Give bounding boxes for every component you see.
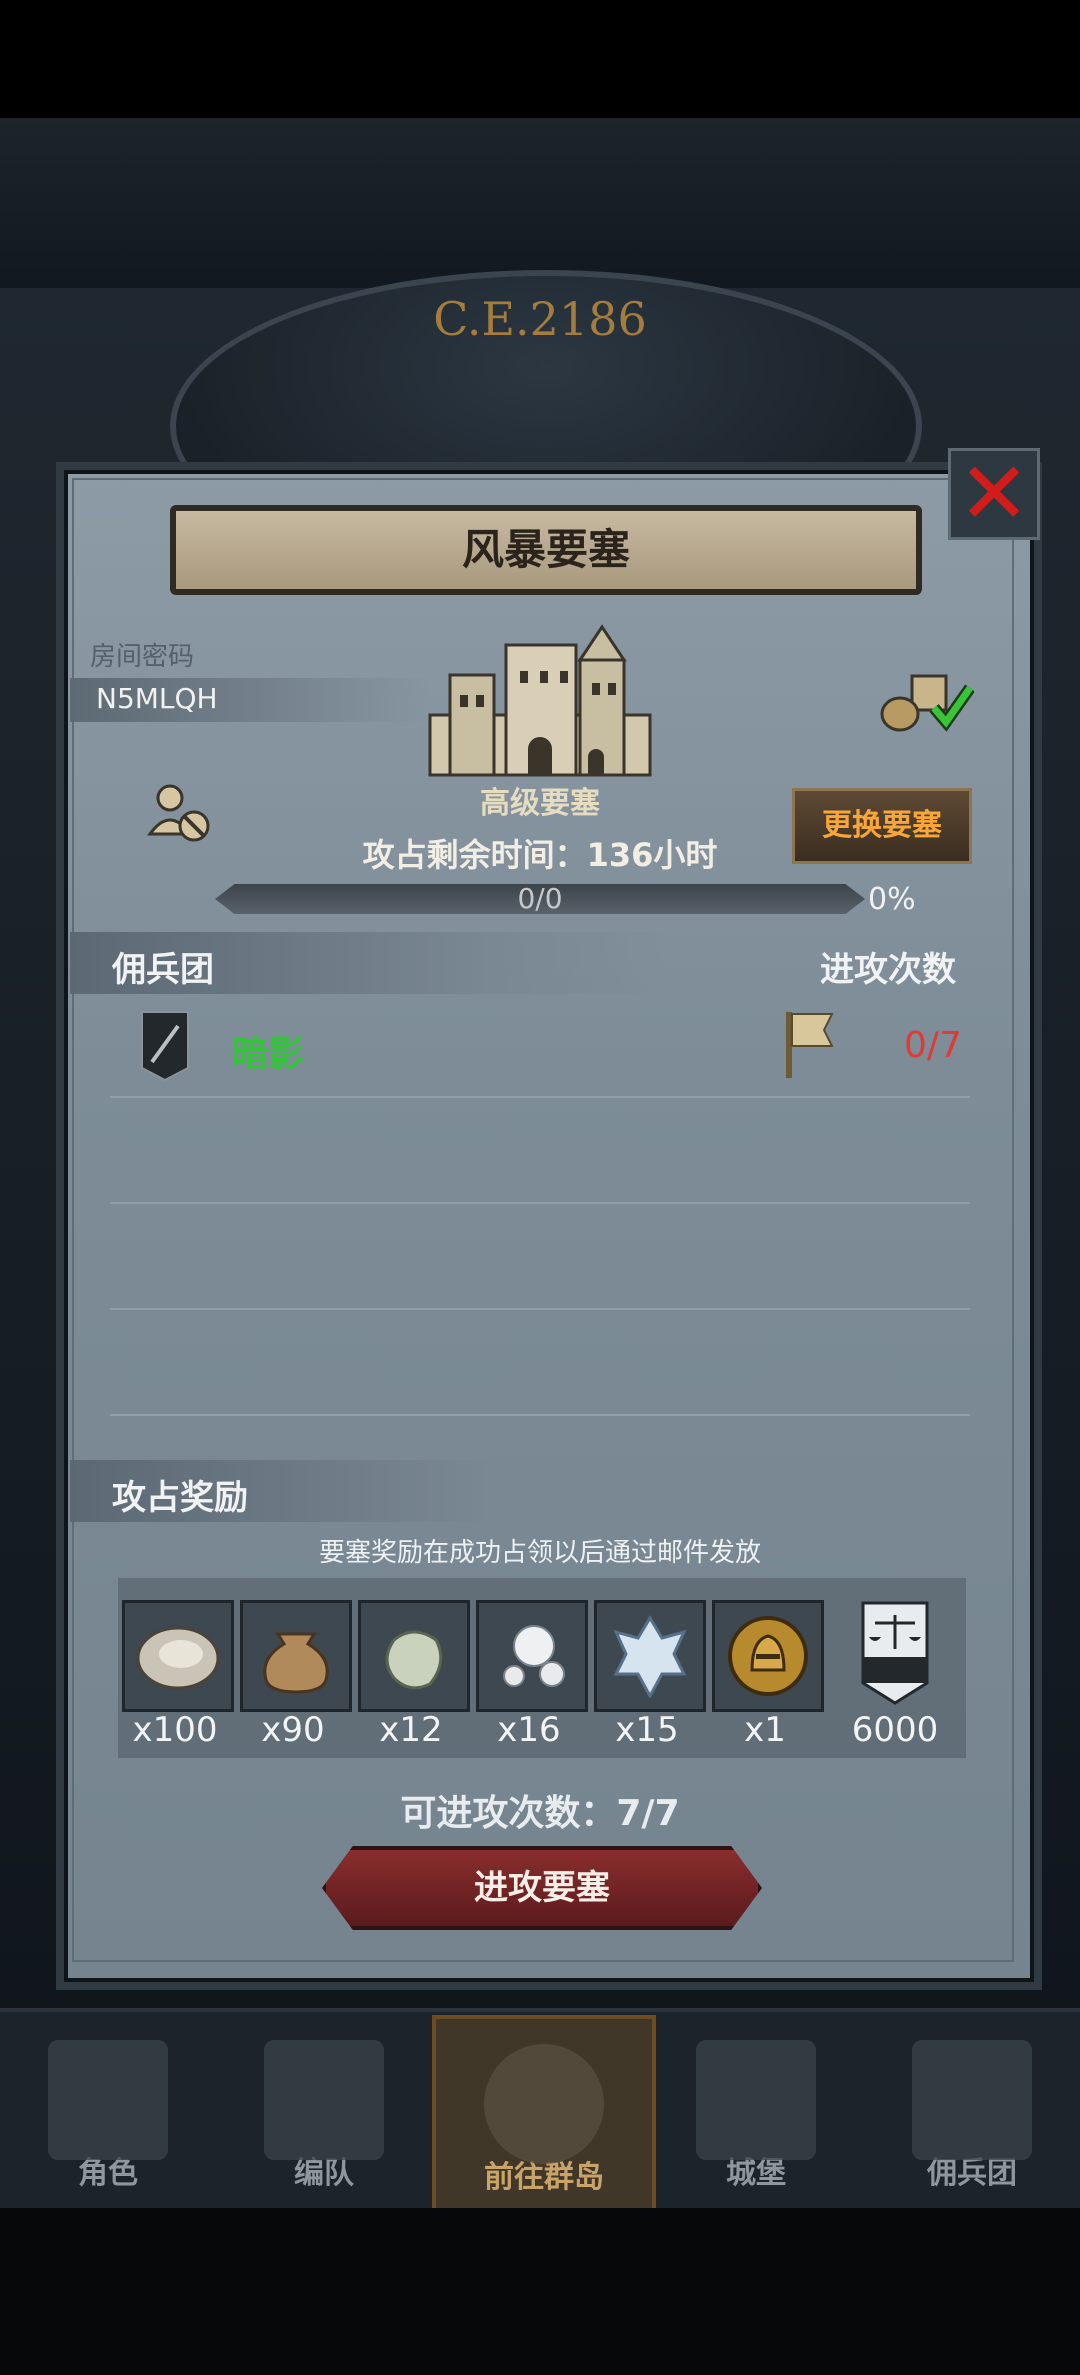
nav-item-character[interactable]: 角色 <box>0 2015 216 2205</box>
pearls-icon <box>503 1625 565 1687</box>
fortress-grade: 高级要塞 <box>480 786 600 821</box>
rewards-header: 攻占奖励 <box>112 1478 248 1518</box>
header-band <box>0 118 1080 288</box>
reward-qty: x90 <box>261 1710 325 1750</box>
guild-name: 暗影 <box>232 1034 305 1075</box>
reward-item[interactable] <box>712 1600 824 1712</box>
row-divider <box>110 1308 970 1310</box>
change-fortress-button[interactable]: 更换要塞 <box>792 788 972 864</box>
reward-qty: 6000 <box>851 1710 939 1750</box>
attack-fortress-button[interactable]: 进攻要塞 <box>322 1846 762 1930</box>
nav-item-islands[interactable]: 前往群岛 <box>432 2015 656 2213</box>
banner-scales-icon <box>861 1601 929 1705</box>
bottom-safe-area <box>0 2208 1080 2375</box>
guild-row[interactable] <box>70 998 1000 1098</box>
reward-qty: x1 <box>744 1710 786 1750</box>
row-divider <box>110 1414 970 1416</box>
castle-icon <box>696 2040 816 2160</box>
nav-item-castle[interactable]: 城堡 <box>648 2015 864 2205</box>
ship-icon <box>912 2040 1032 2160</box>
attacks-header: 进攻次数 <box>820 950 956 990</box>
reward-qty: x16 <box>497 1710 561 1750</box>
mercenary-header: 佣兵团 <box>112 950 214 990</box>
helmet-icon <box>264 2040 384 2160</box>
reward-item[interactable] <box>842 1600 948 1706</box>
gem-stone-icon <box>385 1630 443 1690</box>
knight-icon <box>48 2040 168 2160</box>
status-bar <box>0 0 1080 118</box>
close-button[interactable]: ✕ <box>948 448 1040 540</box>
reward-item[interactable] <box>476 1600 588 1712</box>
loot-received-icon[interactable] <box>878 666 974 736</box>
nav-item-formation[interactable]: 编队 <box>216 2015 432 2205</box>
room-password-value[interactable]: N5MLQH <box>96 682 218 715</box>
reward-item[interactable] <box>358 1600 470 1712</box>
row-divider <box>110 1096 970 1098</box>
nav-item-mercenary[interactable]: 佣兵团 <box>864 2015 1080 2205</box>
reward-qty: x12 <box>379 1710 443 1750</box>
oyster-icon <box>136 1626 220 1690</box>
reward-item[interactable] <box>122 1600 234 1712</box>
capture-progress-text: 0/0 <box>517 882 563 915</box>
knight-medal-icon <box>728 1616 808 1696</box>
reward-qty: x15 <box>615 1710 679 1750</box>
flag-icon <box>786 1012 834 1078</box>
reward-item[interactable] <box>240 1600 352 1712</box>
guild-attack-count: 0/7 <box>904 1025 962 1066</box>
close-icon: ✕ <box>957 444 1031 544</box>
remaining-time: 攻占剩余时间：136小时 <box>362 836 718 874</box>
rewards-note: 要塞奖励在成功占领以后通过邮件发放 <box>318 1538 761 1568</box>
no-visitors-icon[interactable] <box>146 778 214 846</box>
dialog-title: 风暴要塞 <box>170 505 922 595</box>
available-attacks: 可进攻次数：7/7 <box>400 1793 680 1834</box>
guild-emblem-icon <box>141 1011 189 1082</box>
row-divider <box>110 1202 970 1204</box>
reward-qty: x100 <box>132 1710 218 1750</box>
compass-icon <box>484 2044 604 2164</box>
fortress-icon <box>428 624 652 777</box>
sack-icon <box>263 1632 329 1694</box>
capture-progress-percent: 0% <box>868 882 916 917</box>
reward-item[interactable] <box>594 1600 706 1712</box>
crystal-icon <box>613 1615 687 1698</box>
era-label: C.E.2186 <box>433 292 647 346</box>
room-password-label: 房间密码 <box>90 642 195 672</box>
